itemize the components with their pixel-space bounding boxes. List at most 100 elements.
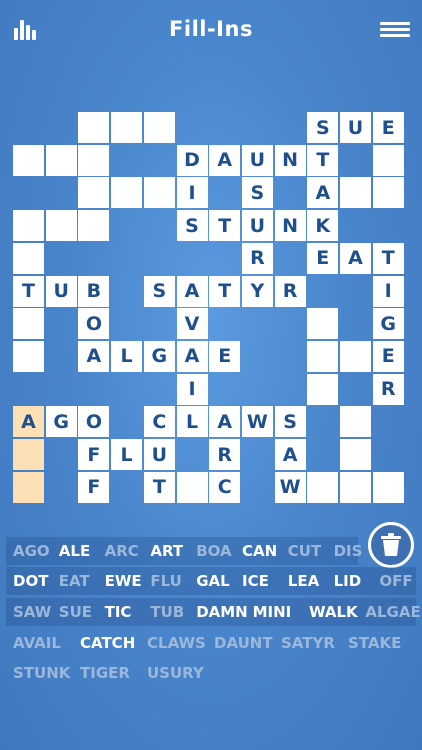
- grid-cell[interactable]: I: [176, 177, 208, 209]
- grid-cell[interactable]: [78, 177, 110, 209]
- grid-cell[interactable]: [13, 439, 44, 470]
- grid-cell[interactable]: W: [241, 406, 273, 438]
- grid-cell[interactable]: L: [111, 439, 143, 470]
- word-bank-item[interactable]: USURY: [141, 659, 210, 687]
- grid-cell[interactable]: T: [13, 275, 44, 307]
- grid-cell[interactable]: Y: [241, 275, 273, 307]
- grid-cell[interactable]: G: [372, 308, 404, 340]
- word-bank-item[interactable]: DIS: [328, 537, 369, 565]
- word-bank-item[interactable]: LID: [328, 567, 368, 595]
- word-bank-item[interactable]: ICE: [236, 567, 275, 595]
- grid-cell[interactable]: [340, 471, 371, 503]
- word-bank-item[interactable]: CATCH: [74, 629, 141, 657]
- grid-cell[interactable]: [13, 308, 44, 340]
- grid-cell[interactable]: U: [241, 210, 273, 242]
- word-bank-item[interactable]: TUB: [144, 598, 190, 626]
- grid-cell[interactable]: [13, 340, 44, 372]
- grid-cell[interactable]: F: [78, 439, 110, 470]
- grid-cell[interactable]: [340, 406, 371, 438]
- grid-cell[interactable]: O: [78, 406, 110, 438]
- grid-cell[interactable]: E: [209, 340, 241, 372]
- grid-cell[interactable]: [111, 177, 143, 209]
- word-bank-item[interactable]: ARC: [99, 537, 145, 565]
- grid-cell[interactable]: [78, 144, 110, 176]
- grid-cell[interactable]: A: [176, 275, 208, 307]
- grid-cell[interactable]: [143, 112, 175, 143]
- grid-cell[interactable]: [307, 308, 339, 340]
- word-bank-item[interactable]: TIGER: [74, 659, 136, 687]
- grid-cell[interactable]: S: [274, 406, 306, 438]
- grid-cell[interactable]: R: [209, 439, 241, 470]
- grid-cell[interactable]: I: [372, 275, 404, 307]
- grid-cell[interactable]: I: [176, 373, 208, 405]
- grid-cell[interactable]: U: [241, 144, 273, 176]
- grid-cell[interactable]: D: [176, 144, 208, 176]
- word-bank-item[interactable]: AGO: [7, 537, 56, 565]
- trash-button[interactable]: [368, 522, 414, 568]
- grid-cell[interactable]: [13, 144, 44, 176]
- word-bank-item[interactable]: SUE: [53, 598, 98, 626]
- grid-cell[interactable]: [143, 177, 175, 209]
- word-bank-item[interactable]: FLU: [144, 567, 187, 595]
- grid-cell[interactable]: [13, 210, 44, 242]
- grid-cell[interactable]: V: [176, 308, 208, 340]
- grid-cell[interactable]: R: [274, 275, 306, 307]
- grid-cell[interactable]: [176, 471, 208, 503]
- grid-cell[interactable]: E: [372, 112, 404, 143]
- grid-cell[interactable]: T: [372, 242, 404, 274]
- grid-cell[interactable]: A: [78, 340, 110, 372]
- grid-cell[interactable]: S: [143, 275, 175, 307]
- word-bank-item[interactable]: WALK: [303, 598, 364, 626]
- grid-cell[interactable]: W: [274, 471, 306, 503]
- word-bank-item[interactable]: CAN: [236, 537, 283, 565]
- grid-cell[interactable]: A: [274, 439, 306, 470]
- grid-cell[interactable]: U: [143, 439, 175, 470]
- grid-cell[interactable]: [307, 340, 339, 372]
- grid-cell[interactable]: U: [340, 112, 371, 143]
- grid-cell[interactable]: G: [143, 340, 175, 372]
- grid-cell[interactable]: A: [209, 144, 241, 176]
- grid-cell[interactable]: S: [176, 210, 208, 242]
- grid-cell[interactable]: T: [209, 210, 241, 242]
- grid-cell[interactable]: N: [274, 210, 306, 242]
- grid-cell[interactable]: [45, 210, 77, 242]
- word-bank-item[interactable]: DAUNT: [208, 629, 279, 657]
- word-bank-item[interactable]: ALE: [53, 537, 96, 565]
- grid-cell[interactable]: L: [176, 406, 208, 438]
- grid-cell[interactable]: S: [307, 112, 339, 143]
- grid-cell[interactable]: [13, 471, 44, 503]
- grid-cell[interactable]: [78, 112, 110, 143]
- grid-cell[interactable]: A: [307, 177, 339, 209]
- grid-cell[interactable]: [78, 210, 110, 242]
- grid-cell[interactable]: F: [78, 471, 110, 503]
- word-bank-item[interactable]: SAW: [7, 598, 57, 626]
- grid-cell[interactable]: L: [111, 340, 143, 372]
- grid-cell[interactable]: B: [78, 275, 110, 307]
- grid-cell[interactable]: [111, 112, 143, 143]
- grid-cell[interactable]: [307, 373, 339, 405]
- grid-cell[interactable]: T: [307, 144, 339, 176]
- word-bank-item[interactable]: MINI: [247, 598, 298, 626]
- word-bank-item[interactable]: EWE: [99, 567, 148, 595]
- grid-cell[interactable]: A: [13, 406, 44, 438]
- grid-cell[interactable]: [340, 439, 371, 470]
- grid-cell[interactable]: [13, 242, 44, 274]
- grid-cell[interactable]: [372, 177, 404, 209]
- word-bank-item[interactable]: STAKE: [342, 629, 407, 657]
- grid-cell[interactable]: C: [209, 471, 241, 503]
- grid-cell[interactable]: U: [45, 275, 77, 307]
- grid-cell[interactable]: E: [372, 340, 404, 372]
- grid-cell[interactable]: R: [241, 242, 273, 274]
- grid-cell[interactable]: K: [307, 210, 339, 242]
- grid-cell[interactable]: [340, 177, 371, 209]
- word-bank-item[interactable]: LEA: [282, 567, 325, 595]
- word-bank-item[interactable]: EAT: [53, 567, 96, 595]
- word-bank-item[interactable]: ART: [144, 537, 189, 565]
- grid-cell[interactable]: E: [307, 242, 339, 274]
- word-bank-item[interactable]: ALGAE: [359, 598, 422, 626]
- word-bank-item[interactable]: GAL: [190, 567, 235, 595]
- grid-cell[interactable]: A: [209, 406, 241, 438]
- grid-cell[interactable]: T: [209, 275, 241, 307]
- word-bank-item[interactable]: CUT: [282, 537, 327, 565]
- word-bank-item[interactable]: STUNK: [7, 659, 76, 687]
